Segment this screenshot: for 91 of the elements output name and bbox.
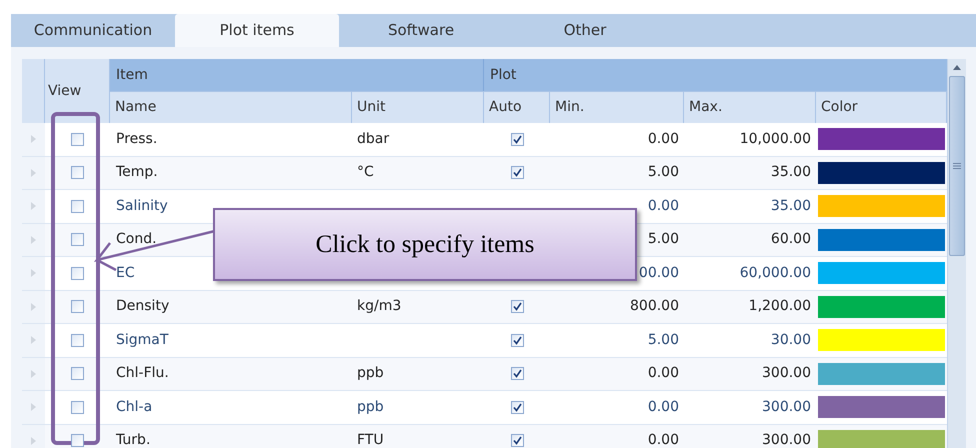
table-cell-text: 800.00 [630,297,679,316]
grip-icon [953,163,961,169]
checkmark-icon [512,168,522,178]
color-swatch[interactable] [818,296,945,318]
table-cell-text: 5.00 [648,330,679,350]
table-cell-text: SigmaT [116,330,168,350]
row-arrow-icon [31,302,36,311]
checkbox[interactable] [71,300,84,314]
table-cell-text: Density [116,297,170,316]
table-cell-text: ppb [357,364,384,384]
checkmark-icon [512,336,522,345]
table-cell-text: dbar [357,130,390,149]
table-cell-text: 35.00 [770,163,811,182]
table-cell-text: 60,000.00 [740,264,811,283]
callout-box: Click to specify items [213,208,637,281]
table-cell-text: 35.00 [770,196,811,216]
color-swatch[interactable] [818,162,945,184]
row-arrow-icon [31,202,36,210]
table-cell-text: 60.00 [770,230,811,250]
checkbox[interactable] [71,367,84,380]
table-cell-text: 0.00 [648,364,679,384]
scroll-up-icon[interactable] [953,65,961,70]
checkbox[interactable] [71,132,84,146]
table-cell-text: Press. [116,130,158,149]
row-arrow-icon [31,370,36,378]
column-group-header: Plot [484,59,947,91]
table-cell-text: 0.00 [648,431,679,448]
checkmark-icon [512,436,522,446]
checkbox[interactable] [510,400,524,414]
checkbox[interactable] [510,367,524,380]
checkbox[interactable] [71,400,84,414]
color-swatch[interactable] [818,128,945,150]
table-cell-text: 5.00 [648,230,679,250]
table-cell-text: °C [357,163,374,182]
tab[interactable]: Plot items [175,14,339,47]
color-swatch[interactable] [818,195,945,218]
checkbox[interactable] [71,266,84,280]
row-arrow-icon [31,236,36,244]
color-swatch[interactable] [818,396,945,418]
table-cell-text: Cond. [116,230,157,250]
checkbox[interactable] [71,334,84,347]
color-swatch[interactable] [818,362,945,385]
table-cell-text: 5.00 [648,163,679,182]
color-swatch[interactable] [818,262,945,284]
checkmark-icon [512,402,522,412]
row-arrow-icon [31,135,36,144]
table-cell-text: 300.00 [762,364,811,384]
checkbox[interactable] [510,300,524,314]
table-cell-text: ppb [357,398,384,417]
checkmark-icon [512,369,522,378]
checkbox[interactable] [510,166,524,180]
table-cell-text: 0.00 [648,398,679,417]
checkbox[interactable] [71,434,84,448]
checkbox[interactable] [71,166,84,180]
scrollbar[interactable] [947,59,966,448]
color-swatch[interactable] [818,329,945,352]
color-swatch[interactable] [818,430,945,448]
tab[interactable]: Software [339,14,503,47]
table-cell-text: 00.00 [638,264,679,283]
table-cell-text: 300.00 [762,431,811,448]
table-cell-text: Turb. [116,431,150,448]
table-cell-text: Chl-a [116,398,152,417]
checkmark-icon [512,134,522,144]
table-cell-text: 0.00 [648,130,679,149]
table-cell-text: 0.00 [648,196,679,216]
table-cell-text: kg/m3 [357,297,402,316]
row-arrow-icon [31,269,36,278]
checkmark-icon [512,302,522,312]
scroll-thumb[interactable] [949,76,965,256]
checkbox[interactable] [510,434,524,448]
color-swatch[interactable] [818,228,945,251]
table-cell-text: Salinity [116,196,168,216]
tab[interactable]: Communication [11,14,175,47]
column-group-header: Item [110,59,484,91]
row-arrow-icon [31,403,36,412]
table-cell-text: 10,000.00 [740,130,811,149]
table-cell-text: Temp. [116,163,158,182]
checkbox[interactable] [71,200,84,213]
tab[interactable]: Other [503,14,667,47]
checkbox[interactable] [510,334,524,347]
row-arrow-icon [31,336,36,344]
table-cell-text: FTU [357,431,384,448]
row-arrow-icon [31,168,36,177]
table-cell-text: 30.00 [770,330,811,350]
table-cell-text: Chl-Flu. [116,364,169,384]
checkbox[interactable] [71,233,84,246]
table-cell-text: 300.00 [762,398,811,417]
table-cell-text: EC [116,264,135,283]
checkbox[interactable] [510,132,524,146]
row-arrow-icon [31,436,36,445]
table-cell-text: 1,200.00 [748,297,811,316]
